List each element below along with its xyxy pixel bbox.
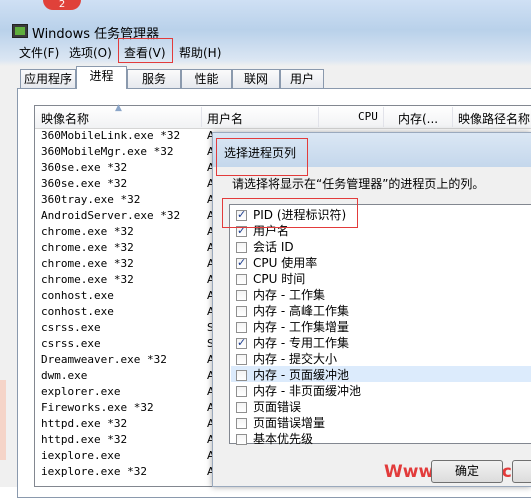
process-image-name: conhost.exe <box>41 289 114 302</box>
view-menu-highlight-box <box>118 38 173 63</box>
checkbox-unchecked-icon[interactable] <box>236 290 247 301</box>
process-image-name: Dreamweaver.exe *32 <box>41 353 167 366</box>
process-image-name: httpd.exe *32 <box>41 433 128 446</box>
column-option[interactable]: 内存 - 非页面缓冲池 <box>236 382 361 398</box>
process-image-name: csrss.exe <box>41 337 101 350</box>
column-option[interactable]: 内存 - 工作集 <box>236 286 325 302</box>
column-option-label: CPU 时间 <box>253 272 306 286</box>
column-separator[interactable] <box>201 107 202 127</box>
process-image-name: chrome.exe *32 <box>41 225 134 238</box>
column-option[interactable]: 会话 ID <box>236 238 294 254</box>
process-image-name: httpd.exe *32 <box>41 417 128 430</box>
process-list-header <box>35 106 531 129</box>
checkbox-unchecked-icon[interactable] <box>236 242 247 253</box>
column-option-label: CPU 使用率 <box>253 256 318 270</box>
column-image-path[interactable]: 映像路径名称 <box>458 110 530 127</box>
column-memory[interactable]: 内存(... <box>398 110 438 127</box>
page-edge-strip <box>0 380 6 460</box>
tab-services[interactable]: 服务 <box>127 69 181 88</box>
column-separator[interactable] <box>383 107 384 127</box>
menu-options[interactable]: 选项(O) <box>69 44 112 61</box>
pid-option-highlight-box <box>222 198 358 228</box>
checkbox-unchecked-icon[interactable] <box>236 354 247 365</box>
column-cpu[interactable]: CPU <box>358 110 378 123</box>
tab-users[interactable]: 用户 <box>280 69 324 88</box>
checkbox-unchecked-icon[interactable] <box>236 322 247 333</box>
process-image-name: Fireworks.exe *32 <box>41 401 154 414</box>
column-option[interactable]: 内存 - 工作集增量 <box>236 318 349 334</box>
menu-file[interactable]: 文件(F) <box>19 44 59 61</box>
column-option[interactable]: 内存 - 专用工作集 <box>236 334 349 350</box>
process-image-name: 360se.exe *32 <box>41 177 128 190</box>
ok-button[interactable]: 确定 <box>431 460 503 483</box>
tab-performance[interactable]: 性能 <box>181 69 232 88</box>
column-option-label: 会话 ID <box>253 240 294 254</box>
checkbox-unchecked-icon[interactable] <box>236 418 247 429</box>
process-image-name: iexplore.exe *32 <box>41 465 147 478</box>
process-image-name: 360MobileLink.exe *32 <box>41 129 181 142</box>
tab-networking[interactable]: 联网 <box>232 69 280 88</box>
sort-ascending-icon: ▲ <box>115 103 122 113</box>
checkbox-checked-icon[interactable] <box>236 256 247 269</box>
process-image-name: chrome.exe *32 <box>41 241 134 254</box>
column-option-label: 基本优先级 <box>253 432 314 446</box>
column-option-label: 内存 - 专用工作集 <box>253 336 349 350</box>
process-image-name: 360MobileMgr.exe *32 <box>41 145 174 158</box>
column-option[interactable]: 页面错误 <box>236 398 301 414</box>
column-option-label: 内存 - 非页面缓冲池 <box>253 384 361 398</box>
process-image-name: conhost.exe <box>41 305 114 318</box>
process-image-name: chrome.exe *32 <box>41 273 134 286</box>
menu-help[interactable]: 帮助(H) <box>179 44 221 61</box>
checkbox-unchecked-icon[interactable] <box>236 306 247 317</box>
column-option[interactable]: 内存 - 高峰工作集 <box>236 302 349 318</box>
column-option[interactable]: CPU 使用率 <box>236 254 317 270</box>
checkbox-unchecked-icon[interactable] <box>236 402 247 413</box>
process-image-name: iexplore.exe <box>41 449 121 462</box>
tab-applications[interactable]: 应用程序 <box>20 69 76 88</box>
process-image-name: chrome.exe *32 <box>41 257 134 270</box>
task-manager-icon <box>12 24 28 38</box>
column-option[interactable]: CPU 时间 <box>236 270 305 286</box>
column-image-name[interactable]: 映像名称 <box>41 110 89 127</box>
tab-processes[interactable]: 进程 <box>76 66 127 89</box>
column-option-label: 内存 - 工作集 <box>253 288 325 302</box>
checkbox-unchecked-icon[interactable] <box>236 274 247 285</box>
checkbox-unchecked-icon[interactable] <box>236 370 247 381</box>
column-option-label: 内存 - 提交大小 <box>253 352 337 366</box>
column-option-label: 内存 - 工作集增量 <box>253 320 349 334</box>
checkbox-checked-icon[interactable] <box>236 336 247 349</box>
process-image-name: AndroidServer.exe *32 <box>41 209 181 222</box>
dialog-title-highlight-box <box>216 138 308 176</box>
column-option[interactable]: 基本优先级 <box>236 430 313 446</box>
column-option-label: 页面错误增量 <box>253 416 326 430</box>
process-image-name: csrss.exe <box>41 321 101 334</box>
column-separator[interactable] <box>452 107 453 127</box>
column-option-label: 内存 - 页面缓冲池 <box>253 368 349 382</box>
process-image-name: dwm.exe <box>41 369 88 382</box>
step-badge: 2 <box>43 0 81 10</box>
checkbox-unchecked-icon[interactable] <box>236 434 247 445</box>
column-option[interactable]: 内存 - 提交大小 <box>236 350 337 366</box>
cancel-button[interactable] <box>512 460 531 483</box>
column-user-name[interactable]: 用户名 <box>207 110 243 127</box>
column-option[interactable]: 页面错误增量 <box>236 414 325 430</box>
process-image-name: explorer.exe <box>41 385 121 398</box>
dialog-prompt: 请选择将显示在“任务管理器”的进程页上的列。 <box>232 177 485 191</box>
column-option-label: 页面错误 <box>253 400 302 414</box>
process-image-name: 360se.exe *32 <box>41 161 128 174</box>
column-option[interactable]: 内存 - 页面缓冲池 <box>231 366 531 382</box>
column-option-label: 内存 - 高峰工作集 <box>253 304 349 318</box>
process-image-name: 360tray.exe *32 <box>41 193 141 206</box>
column-separator[interactable] <box>318 107 319 127</box>
checkbox-unchecked-icon[interactable] <box>236 386 247 397</box>
